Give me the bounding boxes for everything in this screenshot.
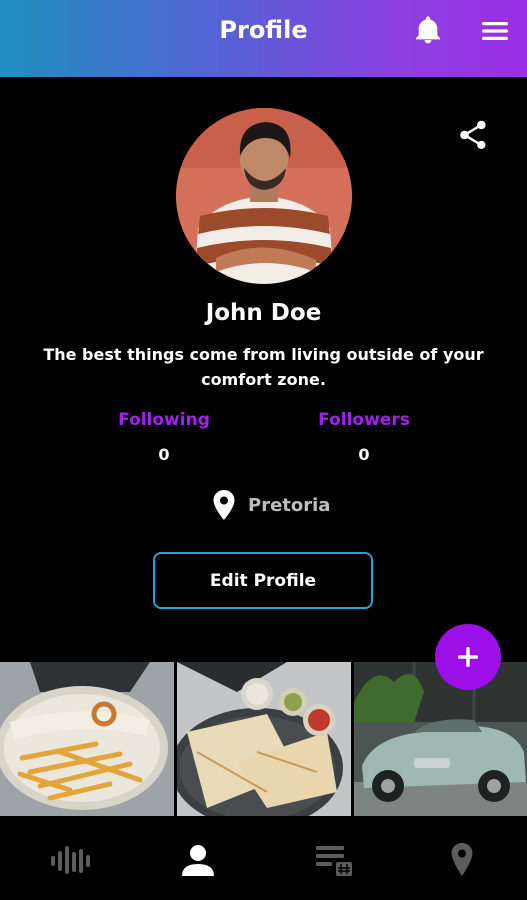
avatar[interactable] bbox=[176, 108, 352, 284]
list-icon[interactable] bbox=[312, 840, 356, 880]
map-pin-icon bbox=[213, 490, 235, 520]
following-count[interactable]: 0 bbox=[94, 445, 234, 464]
share-icon[interactable] bbox=[456, 118, 490, 152]
avatar-image bbox=[176, 108, 352, 284]
bottom-nav bbox=[0, 816, 527, 900]
photo-burrito-and-fries[interactable] bbox=[0, 662, 174, 816]
photo-vintage-car[interactable] bbox=[354, 662, 527, 816]
profile-name: John Doe bbox=[205, 300, 322, 326]
map-pin-icon[interactable] bbox=[440, 840, 484, 880]
following-label[interactable]: Following bbox=[94, 410, 234, 430]
quesadilla-image bbox=[177, 662, 351, 816]
followers-label[interactable]: Followers bbox=[294, 410, 434, 430]
add-button[interactable] bbox=[435, 624, 501, 690]
location: Pretoria bbox=[212, 488, 330, 522]
plus-icon bbox=[458, 647, 478, 667]
menu-icon[interactable] bbox=[480, 18, 510, 44]
location-text: Pretoria bbox=[248, 494, 331, 516]
page-title: Profile bbox=[219, 16, 308, 44]
photo-grid bbox=[0, 662, 527, 816]
stats-icon[interactable] bbox=[48, 840, 92, 880]
edit-profile-button[interactable]: Edit Profile bbox=[153, 552, 373, 609]
followers-count[interactable]: 0 bbox=[294, 445, 434, 464]
bell-icon[interactable] bbox=[412, 14, 444, 46]
vintage-car-image bbox=[354, 662, 527, 816]
burrito-and-fries-image bbox=[0, 662, 174, 816]
profile-icon[interactable] bbox=[176, 840, 220, 880]
top-app-bar: Profile bbox=[0, 0, 527, 77]
profile-bio: The best things come from living outside… bbox=[43, 345, 484, 389]
photo-quesadilla[interactable] bbox=[177, 662, 351, 816]
